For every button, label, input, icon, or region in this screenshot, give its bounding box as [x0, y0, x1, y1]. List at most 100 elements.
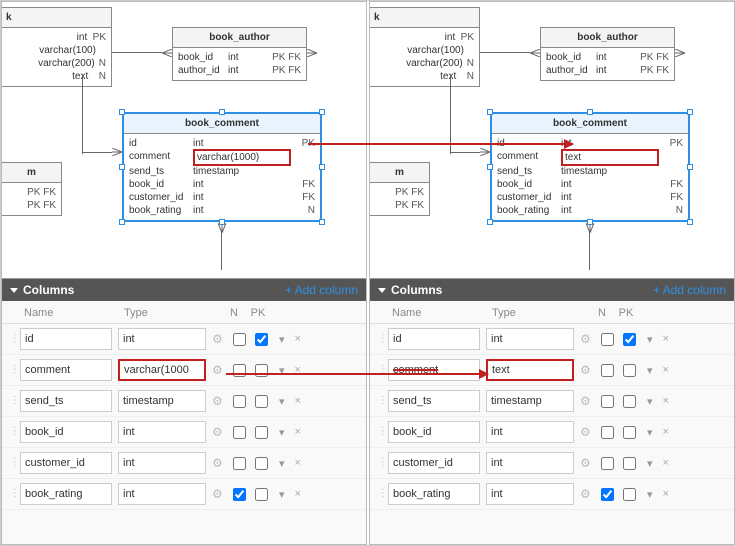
add-column-button[interactable]: + Add column [285, 283, 358, 297]
entity-book-comment[interactable]: book_comment idintPKcommenttextsend_tsti… [490, 112, 690, 222]
column-name-input[interactable]: book_id [388, 421, 480, 443]
selection-handle[interactable] [687, 219, 693, 225]
selection-handle[interactable] [319, 109, 325, 115]
nullable-checkbox[interactable] [597, 364, 619, 377]
entity-book[interactable]: k intPKvarchar(100)varchar(200)NtextN [370, 7, 480, 87]
delete-icon[interactable]: × [291, 395, 305, 407]
column-type-input[interactable]: int [118, 421, 206, 443]
column-name-input[interactable]: id [388, 328, 480, 350]
gear-icon[interactable]: ⚙ [580, 363, 591, 377]
collapse-icon[interactable] [10, 288, 18, 293]
pk-checkbox[interactable] [251, 488, 273, 501]
column-type-input[interactable]: timestamp [486, 390, 574, 412]
drag-handle-icon[interactable]: ⋮⋮ [378, 427, 388, 437]
more-icon[interactable]: ▾ [273, 426, 291, 439]
selection-handle[interactable] [687, 109, 693, 115]
column-type-input[interactable]: text [486, 359, 574, 381]
collapse-icon[interactable] [378, 288, 386, 293]
selection-handle[interactable] [587, 109, 593, 115]
gear-icon[interactable]: ⚙ [212, 363, 223, 377]
column-name-input[interactable]: send_ts [388, 390, 480, 412]
nullable-checkbox[interactable] [597, 395, 619, 408]
column-name-input[interactable]: send_ts [20, 390, 112, 412]
column-type-input[interactable]: varchar(1000 [118, 359, 206, 381]
column-type-input[interactable]: int [486, 483, 574, 505]
gear-icon[interactable]: ⚙ [212, 487, 223, 501]
more-icon[interactable]: ▾ [273, 457, 291, 470]
column-name-input[interactable]: book_id [20, 421, 112, 443]
delete-icon[interactable]: × [291, 457, 305, 469]
delete-icon[interactable]: × [659, 333, 673, 345]
column-type-input[interactable]: int [118, 328, 206, 350]
pk-checkbox[interactable] [619, 426, 641, 439]
delete-icon[interactable]: × [659, 488, 673, 500]
more-icon[interactable]: ▾ [641, 333, 659, 346]
gear-icon[interactable]: ⚙ [580, 456, 591, 470]
selection-handle[interactable] [487, 219, 493, 225]
entity-book-author[interactable]: book_author book_idintPK FKauthor_idintP… [540, 27, 675, 81]
pk-checkbox[interactable] [251, 395, 273, 408]
column-type-input[interactable]: int [486, 421, 574, 443]
delete-icon[interactable]: × [659, 364, 673, 376]
more-icon[interactable]: ▾ [641, 426, 659, 439]
drag-handle-icon[interactable]: ⋮⋮ [10, 365, 20, 375]
column-type-input[interactable]: timestamp [118, 390, 206, 412]
gear-icon[interactable]: ⚙ [212, 425, 223, 439]
erd-canvas-left[interactable]: k intPKvarchar(100)varchar(200)NtextN bo… [2, 2, 366, 277]
pk-checkbox[interactable] [619, 457, 641, 470]
drag-handle-icon[interactable]: ⋮⋮ [378, 396, 388, 406]
selection-handle[interactable] [487, 164, 493, 170]
gear-icon[interactable]: ⚙ [580, 487, 591, 501]
erd-canvas-right[interactable]: k intPKvarchar(100)varchar(200)NtextN bo… [370, 2, 734, 277]
delete-icon[interactable]: × [659, 426, 673, 438]
selection-handle[interactable] [687, 164, 693, 170]
entity-book-comment[interactable]: book_comment idintPKcommentvarchar(1000)… [122, 112, 322, 222]
gear-icon[interactable]: ⚙ [212, 456, 223, 470]
selection-handle[interactable] [319, 219, 325, 225]
more-icon[interactable]: ▾ [641, 364, 659, 377]
column-name-input[interactable]: comment [388, 359, 480, 381]
delete-icon[interactable]: × [659, 395, 673, 407]
gear-icon[interactable]: ⚙ [580, 332, 591, 346]
entity-book-author[interactable]: book_author book_idintPK FKauthor_idintP… [172, 27, 307, 81]
gear-icon[interactable]: ⚙ [212, 332, 223, 346]
delete-icon[interactable]: × [659, 457, 673, 469]
column-type-input[interactable]: int [486, 452, 574, 474]
selection-handle[interactable] [587, 219, 593, 225]
column-name-input[interactable]: customer_id [388, 452, 480, 474]
selection-handle[interactable] [487, 109, 493, 115]
column-name-input[interactable]: book_rating [388, 483, 480, 505]
selection-handle[interactable] [319, 164, 325, 170]
add-column-button[interactable]: + Add column [653, 283, 726, 297]
delete-icon[interactable]: × [291, 488, 305, 500]
more-icon[interactable]: ▾ [273, 395, 291, 408]
gear-icon[interactable]: ⚙ [580, 394, 591, 408]
more-icon[interactable]: ▾ [273, 488, 291, 501]
column-type-input[interactable]: int [486, 328, 574, 350]
column-type-input[interactable]: int [118, 483, 206, 505]
delete-icon[interactable]: × [291, 333, 305, 345]
drag-handle-icon[interactable]: ⋮⋮ [378, 334, 388, 344]
nullable-checkbox[interactable] [597, 333, 619, 346]
nullable-checkbox[interactable] [597, 426, 619, 439]
nullable-checkbox[interactable] [229, 457, 251, 470]
drag-handle-icon[interactable]: ⋮⋮ [10, 396, 20, 406]
nullable-checkbox[interactable] [229, 488, 251, 501]
drag-handle-icon[interactable]: ⋮⋮ [378, 458, 388, 468]
drag-handle-icon[interactable]: ⋮⋮ [10, 458, 20, 468]
column-name-input[interactable]: id [20, 328, 112, 350]
drag-handle-icon[interactable]: ⋮⋮ [10, 427, 20, 437]
column-type-input[interactable]: int [118, 452, 206, 474]
more-icon[interactable]: ▾ [273, 333, 291, 346]
pk-checkbox[interactable] [619, 364, 641, 377]
nullable-checkbox[interactable] [229, 426, 251, 439]
drag-handle-icon[interactable]: ⋮⋮ [10, 489, 20, 499]
selection-handle[interactable] [119, 164, 125, 170]
columns-panel-header[interactable]: Columns + Add column [370, 279, 734, 301]
nullable-checkbox[interactable] [597, 488, 619, 501]
nullable-checkbox[interactable] [597, 457, 619, 470]
column-name-input[interactable]: comment [20, 359, 112, 381]
pk-checkbox[interactable] [619, 333, 641, 346]
gear-icon[interactable]: ⚙ [580, 425, 591, 439]
drag-handle-icon[interactable]: ⋮⋮ [378, 489, 388, 499]
